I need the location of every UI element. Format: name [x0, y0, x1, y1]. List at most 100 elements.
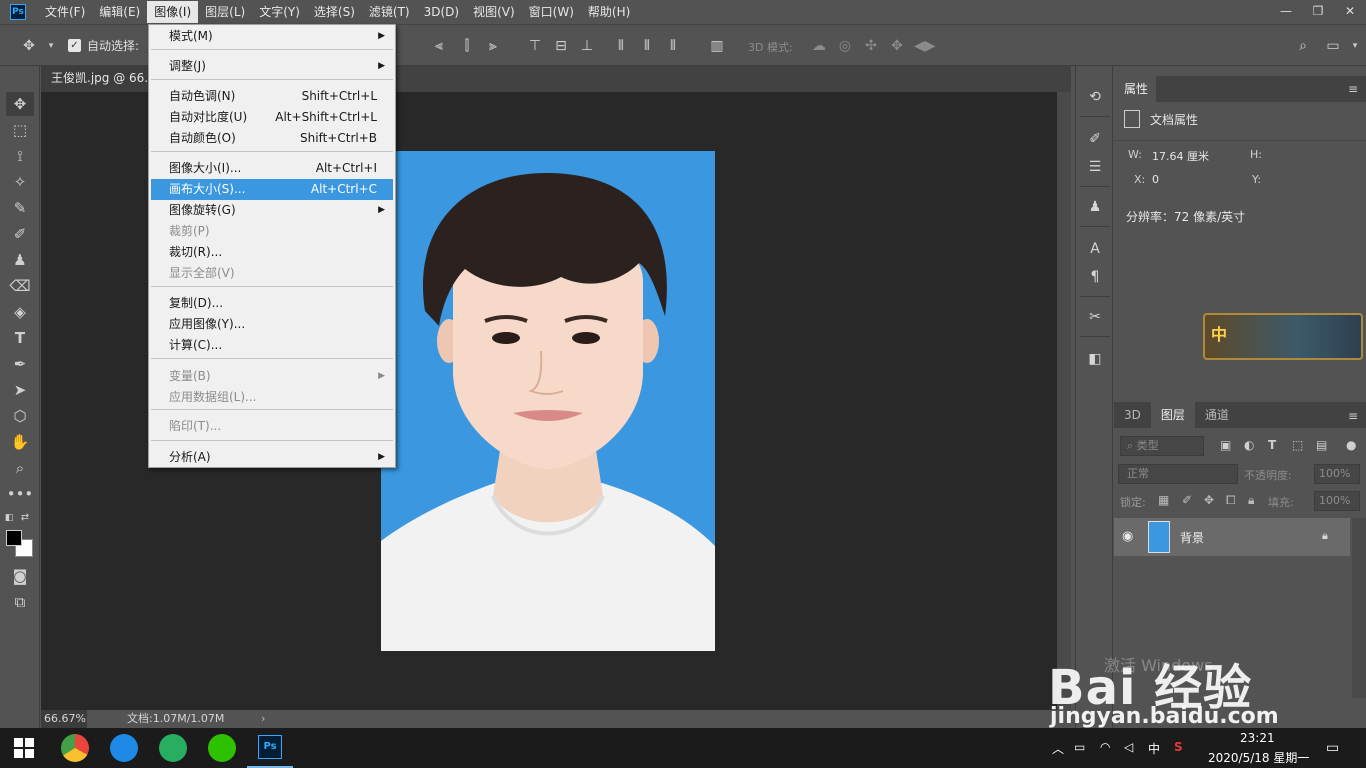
image-menu-item[interactable]: 图像旋转(G) ▶	[151, 200, 393, 221]
tools-preset-icon[interactable]: ✂	[1084, 306, 1106, 328]
align-right-icon[interactable]: ⫸	[484, 37, 502, 55]
align-top-icon[interactable]: ⊤	[526, 37, 544, 55]
3d-scale-icon[interactable]: ◀▶	[914, 37, 936, 55]
quick-mask-icon[interactable]: ◙	[6, 564, 34, 588]
minimize-button[interactable]: —	[1270, 0, 1302, 22]
brush-settings-icon[interactable]: ✐	[1084, 128, 1106, 150]
tab-properties[interactable]: 属性	[1114, 76, 1156, 102]
adjustments-icon[interactable]: ☰	[1084, 156, 1106, 178]
document-photo[interactable]	[381, 151, 715, 651]
menu-window[interactable]: 窗口(W)	[522, 1, 581, 23]
canvas-scrollbar[interactable]	[1057, 92, 1071, 710]
kugou-icon[interactable]	[110, 734, 138, 762]
workspace-icon[interactable]: ▭	[1324, 37, 1342, 55]
screen-mode-icon[interactable]: ⧉	[6, 590, 34, 614]
lock-all-icon[interactable]: 🔒︎	[1248, 493, 1254, 508]
zoom-readout[interactable]: 66.67%	[41, 710, 87, 728]
image-menu-item[interactable]: 图像大小(I)... Alt+Ctrl+I	[151, 158, 393, 179]
foreground-color-swatch[interactable]	[6, 530, 22, 546]
auto-select-checkbox[interactable]: ✓ 自动选择:	[68, 37, 139, 54]
hand-tool-icon[interactable]: ✋	[6, 430, 34, 454]
image-menu-item[interactable]: 自动颜色(O) Shift+Ctrl+B	[151, 128, 393, 149]
3d-slide-icon[interactable]: ✥	[888, 37, 906, 55]
filter-toggle-icon[interactable]: ●	[1346, 438, 1356, 452]
image-menu-item[interactable]: 自动对比度(U) Alt+Shift+Ctrl+L	[151, 107, 393, 128]
auto-align-icon[interactable]: ▥	[708, 37, 726, 55]
wechat-icon[interactable]	[208, 734, 236, 762]
document-tab[interactable]: 王俊凯.jpg @ 66.7	[41, 66, 149, 92]
align-left-icon[interactable]: ⫷	[430, 37, 448, 55]
tab-layers[interactable]: 图层	[1150, 402, 1195, 428]
notification-icon[interactable]: ▭	[1326, 740, 1339, 756]
menu-edit[interactable]: 编辑(E)	[92, 1, 147, 23]
filter-smart-object-icon[interactable]: ▤	[1316, 438, 1327, 452]
zoom-tool-icon[interactable]: ⌕	[6, 456, 34, 480]
image-menu-item[interactable]: 自动色调(N) Shift+Ctrl+L	[151, 86, 393, 107]
move-tool-icon[interactable]: ✥	[20, 37, 38, 55]
windows-start-icon[interactable]	[14, 738, 34, 758]
ime-indicator[interactable]: 中	[1148, 740, 1160, 757]
clone-source-icon[interactable]: ♟	[1084, 196, 1106, 218]
menu-layer[interactable]: 图层(L)	[198, 1, 252, 23]
x-value[interactable]: 0	[1152, 173, 1159, 186]
image-menu-item[interactable]: 复制(D)...	[151, 293, 393, 314]
image-menu-item[interactable]: 模式(M) ▶	[151, 26, 393, 47]
clock-date[interactable]: 2020/5/18 星期一	[1208, 749, 1309, 766]
menu-3d[interactable]: 3D(D)	[417, 1, 466, 23]
marquee-tool-icon[interactable]: ⬚	[6, 118, 34, 142]
game-overlay-badge[interactable]: 中	[1203, 313, 1363, 360]
menu-help[interactable]: 帮助(H)	[581, 1, 637, 23]
image-menu-item[interactable]: 画布大小(S)... Alt+Ctrl+C	[151, 179, 393, 200]
image-menu-item[interactable]: 应用图像(Y)...	[151, 314, 393, 335]
brush-tool-icon[interactable]: ✐	[6, 222, 34, 246]
chrome-icon[interactable]	[61, 734, 89, 762]
blend-mode-select[interactable]: 正常	[1118, 464, 1238, 484]
sogou-ime-icon[interactable]: S	[1174, 740, 1183, 754]
clock-time[interactable]: 23:21	[1240, 731, 1275, 745]
align-middle-icon[interactable]: ⊟	[552, 37, 570, 55]
opacity-field[interactable]: 100%	[1314, 464, 1360, 484]
lock-image-icon[interactable]: ✐	[1182, 493, 1192, 507]
status-menu-arrow-icon[interactable]: ›	[261, 710, 265, 728]
layer-filter-select[interactable]: ⌕ 类型	[1120, 436, 1204, 456]
align-center-icon[interactable]: ⫿	[458, 37, 476, 55]
photoshop-taskbar-icon[interactable]: Ps	[258, 735, 282, 759]
tray-volume-icon[interactable]: ◁	[1124, 740, 1133, 754]
filter-pixel-icon[interactable]: ▣	[1220, 438, 1231, 452]
lock-position-icon[interactable]: ✥	[1204, 493, 1214, 507]
libraries-icon[interactable]: ◧	[1084, 348, 1106, 370]
menu-image[interactable]: 图像(I)	[147, 1, 199, 23]
history-icon[interactable]: ⟲	[1084, 86, 1106, 108]
image-menu-item[interactable]: 裁切(R)...	[151, 242, 393, 263]
eraser-tool-icon[interactable]: ⌫	[6, 274, 34, 298]
layer-row[interactable]: ◉ 背景 🔒︎	[1114, 518, 1350, 556]
tray-expand-icon[interactable]: ︿	[1052, 740, 1064, 757]
default-colors-icon[interactable]: ◧	[2, 506, 16, 530]
tab-channels[interactable]: 通道	[1195, 402, 1239, 428]
stamp-tool-icon[interactable]: ♟	[6, 248, 34, 272]
filter-type-icon[interactable]: T	[1268, 438, 1276, 452]
align-bottom-icon[interactable]: ⊥	[578, 37, 596, 55]
distribute-left-icon[interactable]: ⦀	[612, 37, 630, 55]
layer-name[interactable]: 背景	[1180, 529, 1204, 546]
menu-type[interactable]: 文字(Y)	[252, 1, 307, 23]
paragraph-icon[interactable]: ¶	[1084, 266, 1106, 288]
3d-orbit-icon[interactable]: ☁	[810, 37, 828, 55]
search-icon[interactable]: ⌕	[1294, 37, 1312, 55]
distribute-center-icon[interactable]: ⦀	[638, 37, 656, 55]
fill-field[interactable]: 100%	[1314, 491, 1360, 511]
photoshop-logo-icon[interactable]: Ps	[10, 4, 26, 20]
3d-pan-icon[interactable]: ✣	[862, 37, 880, 55]
layer-lock-icon[interactable]: 🔒︎	[1322, 529, 1328, 543]
tray-network-icon[interactable]: ◠	[1100, 740, 1110, 754]
menu-file[interactable]: 文件(F)	[38, 1, 92, 23]
width-value[interactable]: 17.64 厘米	[1152, 148, 1209, 164]
eyedropper-tool-icon[interactable]: ✎	[6, 196, 34, 220]
filter-shape-icon[interactable]: ⬚	[1292, 438, 1303, 452]
layers-menu-icon[interactable]: ≡	[1348, 409, 1358, 423]
workspace-dropdown-icon[interactable]: ▾	[1346, 37, 1364, 55]
magic-wand-tool-icon[interactable]: ✧	[6, 170, 34, 194]
swap-colors-icon[interactable]: ⇄	[18, 506, 32, 530]
image-menu-item[interactable]: 计算(C)...	[151, 335, 393, 356]
menu-view[interactable]: 视图(V)	[466, 1, 522, 23]
